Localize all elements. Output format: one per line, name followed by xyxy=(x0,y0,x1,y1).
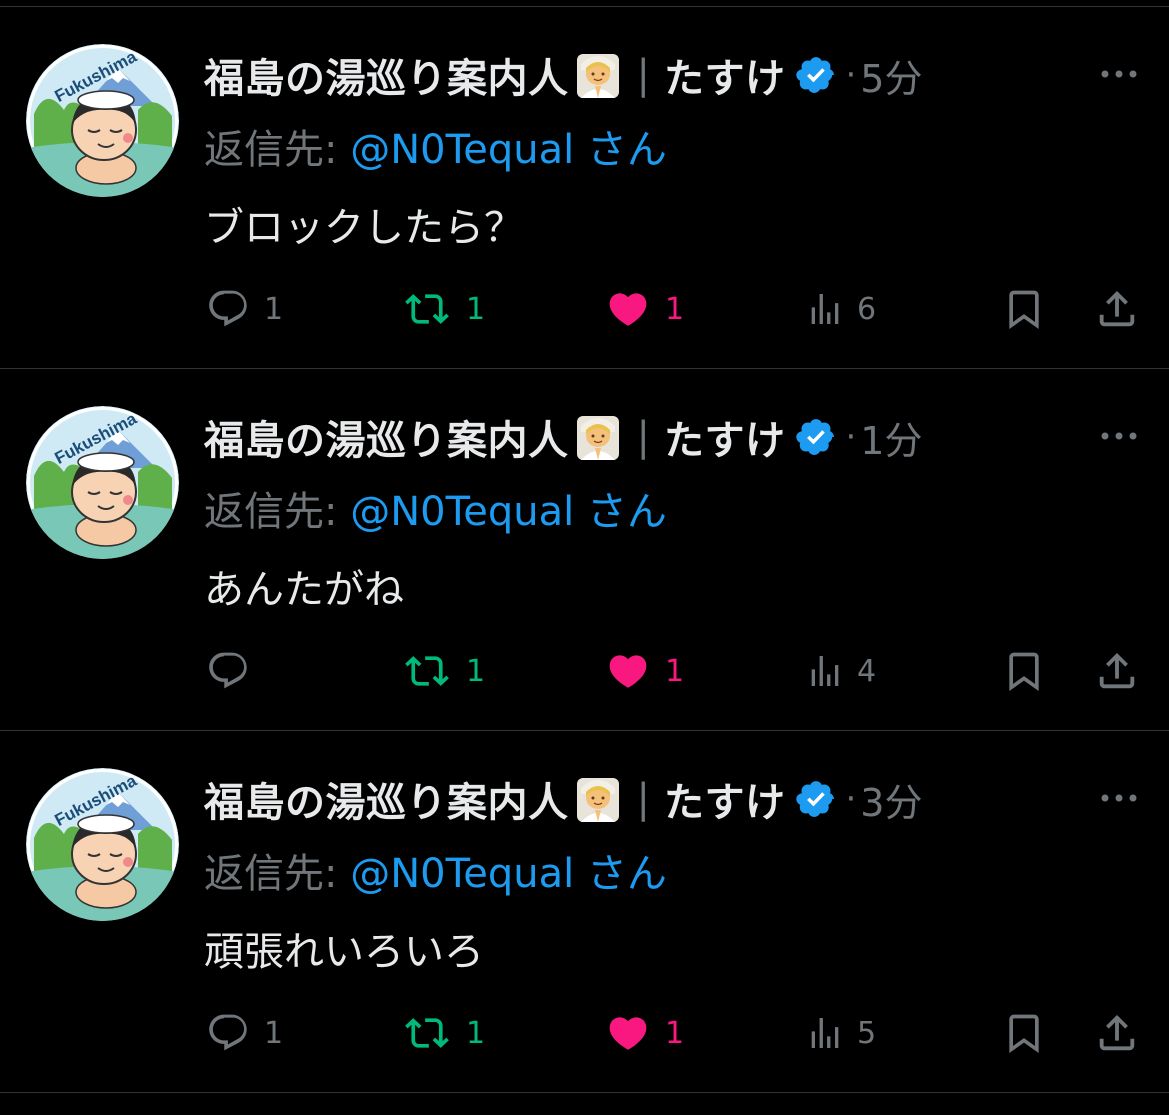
bookmark-button[interactable] xyxy=(1002,647,1046,695)
analytics-icon xyxy=(805,1011,845,1055)
action-bar: 1 1 1 xyxy=(0,277,1169,341)
share-button[interactable] xyxy=(1094,285,1140,333)
repost-icon xyxy=(400,1011,454,1055)
views-button[interactable]: 4 xyxy=(805,647,876,695)
name-separator: | xyxy=(636,776,650,822)
reply-handle-link[interactable]: @N0Tequal xyxy=(350,851,574,897)
display-name[interactable]: 福島の湯巡り案内人 xyxy=(204,408,569,466)
views-count: 5 xyxy=(857,1015,877,1051)
like-button[interactable]: 1 xyxy=(603,1009,684,1057)
name-separator: | xyxy=(636,414,650,460)
heart-icon xyxy=(603,1011,653,1055)
tweet-header: 福島の湯巡り案内人 | たすけ xyxy=(204,769,922,829)
like-button[interactable]: 1 xyxy=(603,647,684,695)
repost-button[interactable]: 1 xyxy=(400,1009,485,1057)
person-in-steamy-room-icon xyxy=(575,50,621,100)
reply-button[interactable]: 1 xyxy=(204,1009,283,1057)
share-button[interactable] xyxy=(1094,1009,1140,1057)
timestamp[interactable]: 1分 xyxy=(860,410,922,465)
timestamp[interactable]: 3分 xyxy=(860,772,922,827)
more-options-icon[interactable] xyxy=(1099,421,1139,451)
more-options-icon[interactable] xyxy=(1099,59,1139,89)
time-dot: · xyxy=(845,417,857,457)
repost-button[interactable]: 1 xyxy=(400,647,485,695)
repost-button[interactable]: 1 xyxy=(400,285,485,333)
reply-icon xyxy=(204,649,252,693)
repost-icon xyxy=(400,649,454,693)
views-count: 4 xyxy=(857,653,877,689)
like-count: 1 xyxy=(665,1015,685,1051)
reply-honorific: さん xyxy=(586,489,667,535)
reply-button[interactable] xyxy=(204,647,264,695)
replying-to: 返信先: @N0Tequal さん xyxy=(204,117,667,175)
tweet-text: 頑張れいろいろ xyxy=(204,929,484,975)
reply-honorific: さん xyxy=(586,851,667,897)
tweet-header: 福島の湯巡り案内人 | たすけ xyxy=(204,45,922,105)
share-icon xyxy=(1094,1010,1140,1056)
reply-count: 1 xyxy=(264,291,284,327)
more-options-icon[interactable] xyxy=(1099,783,1139,813)
reply-label: 返信先: xyxy=(204,851,338,897)
heart-icon xyxy=(603,649,653,693)
bookmark-button[interactable] xyxy=(1002,1009,1046,1057)
like-button[interactable]: 1 xyxy=(603,285,684,333)
bookmark-icon xyxy=(1002,648,1046,694)
avatar[interactable]: Fukushima xyxy=(26,768,179,921)
reply-honorific: さん xyxy=(586,127,667,173)
reply-label: 返信先: xyxy=(204,489,338,535)
tweet[interactable]: Fukushima 福島の湯巡り案内人 | たすけ xyxy=(0,731,1169,1093)
reply-count: 1 xyxy=(264,1015,284,1051)
name-separator: | xyxy=(636,52,650,98)
timestamp[interactable]: 5分 xyxy=(860,48,922,103)
bookmark-icon xyxy=(1002,286,1046,332)
share-icon xyxy=(1094,648,1140,694)
like-count: 1 xyxy=(665,653,685,689)
reply-label: 返信先: xyxy=(204,127,338,173)
display-name[interactable]: 福島の湯巡り案内人 xyxy=(204,770,569,828)
repost-count: 1 xyxy=(466,653,486,689)
tweet-text: あんたがね xyxy=(204,567,404,613)
verified-badge-icon[interactable] xyxy=(795,416,837,458)
avatar[interactable]: Fukushima xyxy=(26,406,179,559)
views-button[interactable]: 6 xyxy=(805,285,876,333)
sub-name[interactable]: たすけ xyxy=(664,408,786,466)
views-button[interactable]: 5 xyxy=(805,1009,876,1057)
reply-handle-link[interactable]: @N0Tequal xyxy=(350,489,574,535)
analytics-icon xyxy=(805,649,845,693)
sub-name[interactable]: たすけ xyxy=(664,770,786,828)
repost-icon xyxy=(400,287,454,331)
tweet-text: ブロックしたら？ xyxy=(204,205,524,251)
bookmark-icon xyxy=(1002,1010,1046,1056)
share-icon xyxy=(1094,286,1140,332)
avatar[interactable]: Fukushima xyxy=(26,44,179,197)
tweet-header: 福島の湯巡り案内人 | たすけ xyxy=(204,407,922,467)
views-count: 6 xyxy=(857,291,877,327)
time-dot: · xyxy=(845,55,857,95)
verified-badge-icon[interactable] xyxy=(795,54,837,96)
reply-icon xyxy=(204,1011,252,1055)
bookmark-button[interactable] xyxy=(1002,285,1046,333)
person-in-steamy-room-icon xyxy=(575,774,621,824)
reply-icon xyxy=(204,287,252,331)
analytics-icon xyxy=(805,287,845,331)
reply-handle-link[interactable]: @N0Tequal xyxy=(350,127,574,173)
tweet-divider xyxy=(0,1092,1169,1093)
action-bar: 1 1 4 xyxy=(0,639,1169,703)
action-bar: 1 1 1 xyxy=(0,1001,1169,1065)
like-count: 1 xyxy=(665,291,685,327)
display-name[interactable]: 福島の湯巡り案内人 xyxy=(204,46,569,104)
time-dot: · xyxy=(845,779,857,819)
repost-count: 1 xyxy=(466,1015,486,1051)
sub-name[interactable]: たすけ xyxy=(664,46,786,104)
replying-to: 返信先: @N0Tequal さん xyxy=(204,841,667,899)
replying-to: 返信先: @N0Tequal さん xyxy=(204,479,667,537)
tweet[interactable]: Fukushima 福島の湯巡り案内人 | たすけ xyxy=(0,369,1169,731)
person-in-steamy-room-icon xyxy=(575,412,621,462)
heart-icon xyxy=(603,287,653,331)
repost-count: 1 xyxy=(466,291,486,327)
reply-button[interactable]: 1 xyxy=(204,285,283,333)
verified-badge-icon[interactable] xyxy=(795,778,837,820)
share-button[interactable] xyxy=(1094,647,1140,695)
tweet[interactable]: Fukushima 福島の湯巡り案内人 | たすけ xyxy=(0,7,1169,369)
